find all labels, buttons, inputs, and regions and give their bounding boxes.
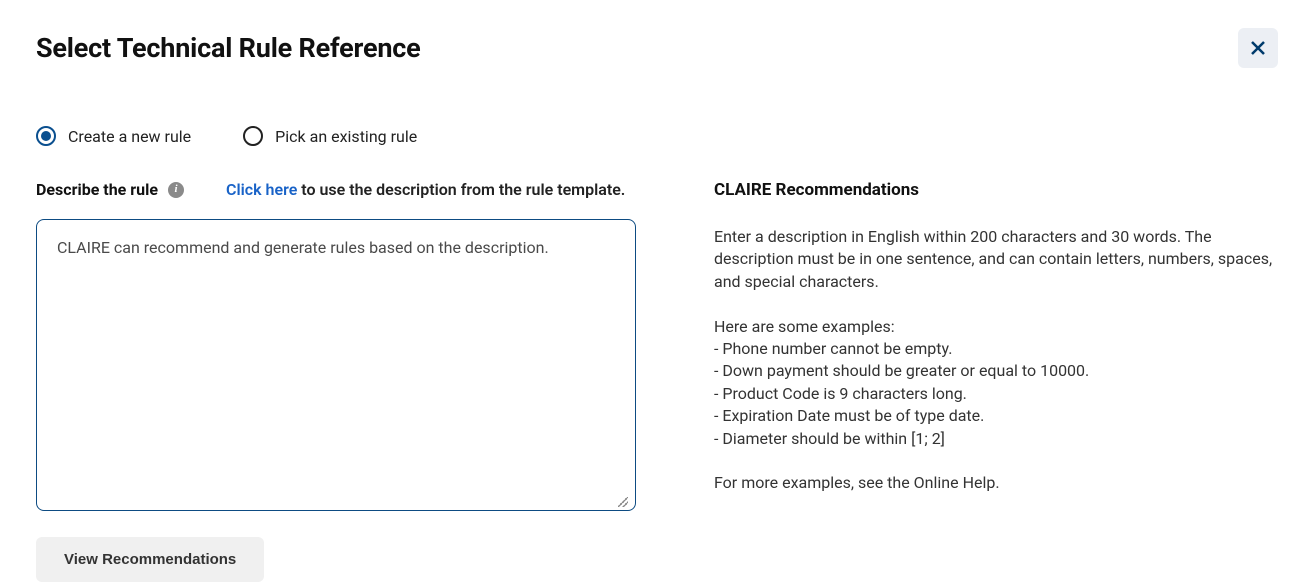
describe-label-row: Describe the rule i Click here to use th… bbox=[36, 180, 636, 199]
info-icon[interactable]: i bbox=[168, 182, 184, 198]
describe-rule-label: Describe the rule bbox=[36, 180, 158, 199]
rule-mode-radio-group: Create a new rule Pick an existing rule bbox=[36, 126, 1278, 146]
page-title: Select Technical Rule Reference bbox=[36, 32, 421, 64]
view-recommendations-button[interactable]: View Recommendations bbox=[36, 537, 264, 582]
radio-icon bbox=[243, 126, 263, 146]
template-hint-suffix: to use the description from the rule tem… bbox=[297, 180, 625, 199]
radio-pick-existing-rule[interactable]: Pick an existing rule bbox=[243, 126, 417, 146]
recommendations-heading: CLAIRE Recommendations bbox=[714, 180, 1278, 200]
radio-create-new-rule[interactable]: Create a new rule bbox=[36, 126, 191, 146]
content-columns: Describe the rule i Click here to use th… bbox=[36, 180, 1278, 582]
left-column: Describe the rule i Click here to use th… bbox=[36, 180, 636, 582]
close-icon bbox=[1250, 40, 1266, 56]
dialog-header: Select Technical Rule Reference bbox=[36, 28, 1278, 68]
recommendations-body: Enter a description in English within 20… bbox=[714, 226, 1278, 495]
textarea-wrapper bbox=[36, 219, 636, 515]
right-column: CLAIRE Recommendations Enter a descripti… bbox=[714, 180, 1278, 582]
use-template-link[interactable]: Click here bbox=[226, 180, 297, 199]
rule-description-input[interactable] bbox=[36, 219, 636, 511]
template-hint: Click here to use the description from t… bbox=[226, 180, 625, 199]
radio-icon bbox=[36, 126, 56, 146]
radio-label: Create a new rule bbox=[68, 127, 191, 146]
radio-label: Pick an existing rule bbox=[275, 127, 417, 146]
close-button[interactable] bbox=[1238, 28, 1278, 68]
